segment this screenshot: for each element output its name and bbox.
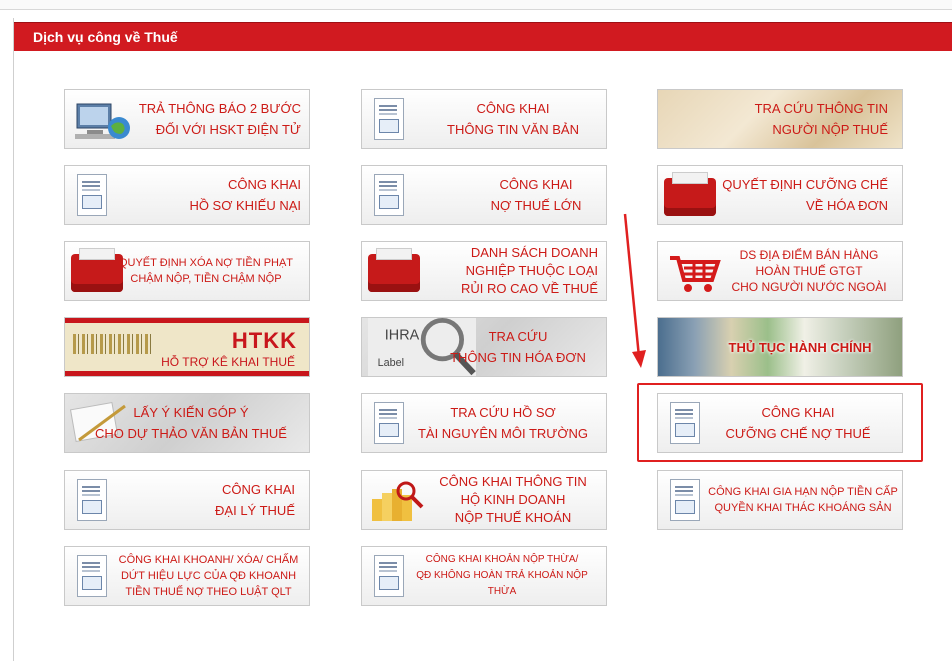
document-icon [77, 174, 107, 216]
svg-text:IHRA: IHRA [385, 328, 420, 344]
tile-tra-cuu-ho-so-tai-nguyen[interactable]: TRA CỨU HỒ SƠ TÀI NGUYÊN MÔI TRƯỜNG [361, 393, 607, 453]
highlight-box [637, 383, 923, 462]
tile-danh-sach-doanh-nghiep-rui-ro[interactable]: DANH SÁCH DOANH NGHIỆP THUỘC LOẠI RỦI RO C… [361, 241, 607, 301]
document-icon [77, 479, 107, 521]
document-icon [374, 402, 404, 444]
tile-label: LẤY Ý KIẾN GÓP Ý CHO DỰ THẢO VĂN BẢN THUẾ [95, 405, 287, 441]
tile-label: DS ĐỊA ĐIỂM BÁN HÀNG HOÀN THUẾ GTGT CHO NG… [731, 248, 887, 294]
top-border [0, 0, 952, 10]
red-arrow-icon [623, 213, 646, 368]
tile-label: TRẢ THÔNG BÁO 2 BƯỚC ĐỐI VỚI HSKT ĐIỆN TỬ [138, 101, 301, 137]
tile-label: HỖ TRỢ KÊ KHAI THUẾ [161, 355, 295, 369]
tile-cong-khai-no-thue-lon[interactable]: CÔNG KHAI NỢ THUẾ LỚN [361, 165, 607, 225]
tile-label: TRA CỨU HỒ SƠ TÀI NGUYÊN MÔI TRƯỜNG [417, 405, 589, 441]
document-icon [374, 174, 404, 216]
tile-tra-thong-bao-2-buoc[interactable]: TRẢ THÔNG BÁO 2 BƯỚC ĐỐI VỚI HSKT ĐIỆN TỬ [64, 89, 310, 149]
tile-cong-khai-thong-tin-van-ban[interactable]: CÔNG KHAI THÔNG TIN VĂN BẢN [361, 89, 607, 149]
tile-label: TRA CỨU THÔNG TIN HÓA ĐƠN [450, 329, 586, 365]
tile-label: TRA CỨU THÔNG TIN NGƯỜI NỘP THUẾ [754, 101, 888, 137]
tile-label: CÔNG KHAI GIA HẠN NỘP TIỀN CẤP QUYỀN KHAI… [708, 486, 898, 514]
tile-thu-tuc-hanh-chinh[interactable]: THỦ TỤC HÀNH CHÍNH [657, 317, 903, 377]
tile-cong-khai-dai-ly-thue[interactable]: CÔNG KHAI ĐẠI LÝ THUẾ [64, 470, 310, 530]
red-folder-icon [368, 248, 420, 292]
tile-cong-khai-khoan-nop-thua[interactable]: CÔNG KHAI KHOẢN NỘP THỪA/QĐ KHÔNG HOÀN T… [361, 546, 607, 606]
document-icon [670, 479, 700, 521]
tile-label: THỦ TỤC HÀNH CHÍNH [728, 339, 872, 355]
folders-magnifier-icon [372, 481, 424, 521]
shopping-cart-icon [670, 256, 721, 292]
tile-quyet-dinh-xoa-no-tien-phat[interactable]: QUYẾT ĐỊNH XÓA NỢ TIỀN PHẠT CHẬM NỘP, TIỀ… [64, 241, 310, 301]
htkk-logo: HTKK [231, 328, 297, 353]
tile-label: QUYẾT ĐỊNH XÓA NỢ TIỀN PHẠT CHẬM NỘP, TIỀ… [118, 257, 294, 285]
panel-header: Dịch vụ công về Thuế [14, 22, 952, 51]
tile-quyet-dinh-cuong-che-hoa-don[interactable]: QUYẾT ĐỊNH CƯỠNG CHẾ VỀ HÓA ĐƠN [657, 165, 903, 225]
tile-label: DANH SÁCH DOANH NGHIỆP THUỘC LOẠI RỦI RO C… [460, 245, 598, 296]
document-icon [77, 555, 107, 597]
panel-title: Dịch vụ công về Thuế [33, 29, 178, 45]
tile-label: CÔNG KHAI THÔNG TIN HỘ KINH DOANH NỘP THUẾ… [439, 474, 587, 525]
tile-htkk-ho-tro-ke-khai-thue[interactable]: HTKK HỖ TRỢ KÊ KHAI THUẾ [64, 317, 310, 377]
tile-ds-dia-diem-ban-hang[interactable]: DS ĐỊA ĐIỂM BÁN HÀNG HOÀN THUẾ GTGT CHO NG… [657, 241, 903, 301]
tile-label: CÔNG KHAI HỒ SƠ KHIẾU NẠI [189, 177, 301, 213]
tile-cong-khai-ho-so-khieu-nai[interactable]: CÔNG KHAI HỒ SƠ KHIẾU NẠI [64, 165, 310, 225]
tile-label: QUYẾT ĐỊNH CƯỠNG CHẾ VỀ HÓA ĐƠN [722, 177, 888, 213]
svg-text:Label: Label [378, 357, 404, 369]
tile-tra-cuu-thong-tin-nnt[interactable]: TRA CỨU THÔNG TIN NGƯỜI NỘP THUẾ [657, 89, 903, 149]
document-icon [374, 98, 404, 140]
barcode-decoration [73, 334, 153, 354]
tile-label: CÔNG KHAI NỢ THUẾ LỚN [490, 177, 582, 213]
tile-cong-khai-khoanh-xoa-cham[interactable]: CÔNG KHAI KHOANH/ XÓA/ CHẤM DỨT HIỆU LỰC … [64, 546, 310, 606]
tile-label: CÔNG KHAI ĐẠI LÝ THUẾ [215, 482, 295, 518]
document-icon [374, 555, 404, 597]
tile-cong-khai-ho-kinh-doanh[interactable]: CÔNG KHAI THÔNG TIN HỘ KINH DOANH NỘP THUẾ… [361, 470, 607, 530]
tile-lay-y-kien-gop-y[interactable]: LẤY Ý KIẾN GÓP Ý CHO DỰ THẢO VĂN BẢN THUẾ [64, 393, 310, 453]
tile-tra-cuu-thong-tin-hoa-don[interactable]: IHRA Label TRA CỨU THÔNG TIN HÓA ĐƠN [361, 317, 607, 377]
tile-label: CÔNG KHAI KHOANH/ XÓA/ CHẤM DỨT HIỆU LỰC … [118, 554, 299, 598]
tile-cong-khai-gia-han-nop-tien[interactable]: CÔNG KHAI GIA HẠN NỘP TIỀN CẤP QUYỀN KHAI… [657, 470, 903, 530]
tile-label: CÔNG KHAI THÔNG TIN VĂN BẢN [447, 101, 579, 137]
tile-label: CÔNG KHAI KHOẢN NỘP THỪA/QĐ KHÔNG HOÀN T… [416, 554, 588, 597]
